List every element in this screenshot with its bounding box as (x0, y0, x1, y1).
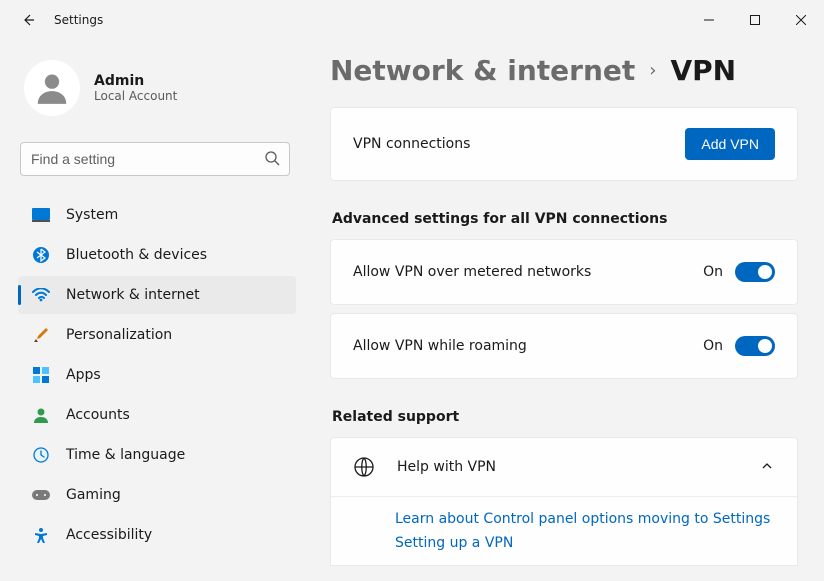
search-input[interactable] (20, 142, 290, 176)
account-icon (32, 406, 50, 424)
vpn-connections-card: VPN connections Add VPN (330, 107, 798, 181)
apps-icon (32, 366, 50, 384)
sidebar-item-apps[interactable]: Apps (18, 356, 296, 394)
close-button[interactable] (778, 4, 824, 36)
display-icon (32, 206, 50, 224)
accessibility-icon (32, 526, 50, 544)
sidebar-item-network[interactable]: Network & internet (18, 276, 296, 314)
sidebar-item-label: System (66, 207, 118, 223)
nav-list: System Bluetooth & devices Network & int… (18, 196, 296, 554)
globe-help-icon (353, 456, 375, 478)
advanced-heading: Advanced settings for all VPN connection… (332, 211, 798, 227)
maximize-icon (750, 15, 760, 25)
page-title: VPN (670, 54, 736, 87)
sidebar-item-label: Network & internet (66, 287, 200, 303)
sidebar-item-system[interactable]: System (18, 196, 296, 234)
sidebar-item-label: Personalization (66, 327, 172, 343)
minimize-icon (704, 15, 714, 25)
titlebar: Settings (0, 0, 824, 40)
sidebar-item-accessibility[interactable]: Accessibility (18, 516, 296, 554)
chevron-up-icon (761, 460, 775, 474)
add-vpn-button[interactable]: Add VPN (685, 128, 775, 160)
toggle-label: Allow VPN over metered networks (353, 264, 591, 280)
main-panel: Network & internet › VPN VPN connections… (300, 40, 824, 581)
sidebar-item-gaming[interactable]: Gaming (18, 476, 296, 514)
profile-block[interactable]: Admin Local Account (18, 50, 296, 132)
help-link[interactable]: Setting up a VPN (395, 535, 775, 551)
breadcrumb: Network & internet › VPN (330, 54, 798, 87)
toggle-switch[interactable] (735, 336, 775, 356)
sidebar-item-label: Bluetooth & devices (66, 247, 207, 263)
help-expander-body: Learn about Control panel options moving… (330, 497, 798, 566)
toggle-label: Allow VPN while roaming (353, 338, 527, 354)
avatar (24, 60, 80, 116)
sidebar-item-accounts[interactable]: Accounts (18, 396, 296, 434)
search-icon (264, 150, 280, 166)
sidebar-item-label: Accessibility (66, 527, 152, 543)
toggle-switch[interactable] (735, 262, 775, 282)
profile-sub: Local Account (94, 89, 177, 103)
toggle-metered-networks: Allow VPN over metered networks On (330, 239, 798, 305)
sidebar-item-time[interactable]: Time & language (18, 436, 296, 474)
gamepad-icon (32, 486, 50, 504)
toggle-roaming: Allow VPN while roaming On (330, 313, 798, 379)
related-heading: Related support (332, 409, 798, 425)
sidebar-item-label: Time & language (66, 447, 185, 463)
maximize-button[interactable] (732, 4, 778, 36)
wifi-icon (32, 286, 50, 304)
sidebar-item-label: Accounts (66, 407, 130, 423)
chevron-right-icon: › (649, 60, 656, 81)
bluetooth-icon (32, 246, 50, 264)
close-icon (796, 15, 806, 25)
sidebar: Admin Local Account System Bluetooth & d… (0, 40, 300, 581)
help-link[interactable]: Learn about Control panel options moving… (395, 511, 775, 527)
card-title: VPN connections (353, 136, 470, 152)
sidebar-item-label: Gaming (66, 487, 121, 503)
help-expander-header[interactable]: Help with VPN (330, 437, 798, 497)
back-button[interactable] (20, 12, 36, 28)
breadcrumb-parent[interactable]: Network & internet (330, 54, 635, 87)
sidebar-item-label: Apps (66, 367, 101, 383)
clock-globe-icon (32, 446, 50, 464)
expander-title: Help with VPN (397, 459, 739, 475)
toggle-state-text: On (703, 338, 723, 354)
sidebar-item-bluetooth[interactable]: Bluetooth & devices (18, 236, 296, 274)
brush-icon (32, 326, 50, 344)
window-controls (686, 4, 824, 36)
window-title: Settings (54, 13, 103, 27)
arrow-left-icon (20, 12, 36, 28)
sidebar-item-personalization[interactable]: Personalization (18, 316, 296, 354)
minimize-button[interactable] (686, 4, 732, 36)
person-icon (33, 69, 71, 107)
toggle-state-text: On (703, 264, 723, 280)
profile-name: Admin (94, 73, 177, 89)
